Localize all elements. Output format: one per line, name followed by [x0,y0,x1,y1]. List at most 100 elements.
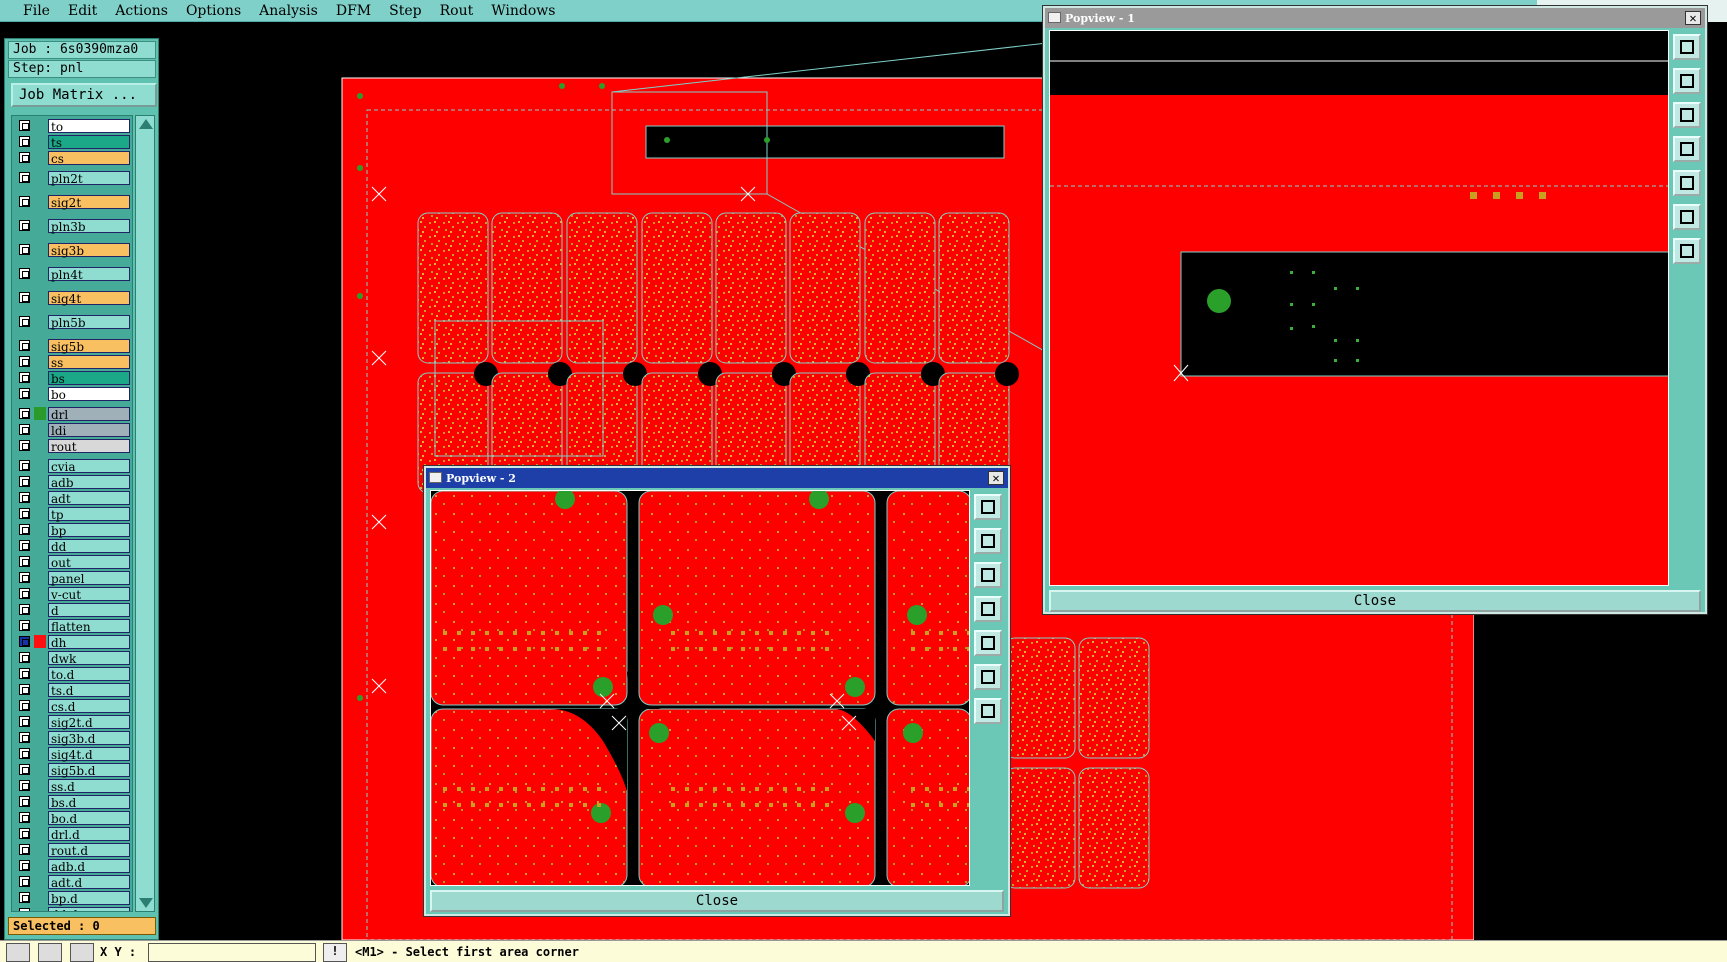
pan-down-button[interactable] [1673,102,1701,128]
layer-checkbox[interactable] [19,460,30,471]
layer-name[interactable]: ss [48,354,130,370]
layer-name[interactable]: adt [48,490,130,506]
layer-row-bo-d[interactable]: bo.d [12,810,132,826]
popview-1-close-button[interactable]: Close [1049,590,1701,612]
layer-affected-swatch[interactable] [34,439,46,452]
popview-1-view[interactable] [1049,30,1669,586]
layer-name[interactable]: dh [48,634,130,650]
layer-affected-swatch[interactable] [34,219,46,232]
layer-checkbox[interactable] [19,508,30,519]
layer-affected-swatch[interactable] [34,699,46,712]
layer-row-ss[interactable]: ss [12,354,132,370]
layer-checkbox[interactable] [19,172,30,183]
layer-affected-swatch[interactable] [34,291,46,304]
layer-checkbox[interactable] [19,828,30,839]
layer-name[interactable]: sig5b.d [48,762,130,778]
select-tool-button[interactable] [6,943,30,962]
layer-affected-swatch[interactable] [34,491,46,504]
layer-checkbox[interactable] [19,424,30,435]
layer-row-rout[interactable]: rout [12,438,132,454]
layer-list[interactable]: to ts cs pln2t sig2t pln3b sig3b pln4t sig4t pln5… [11,115,133,912]
layer-row-sig4t[interactable]: sig4t [12,290,132,306]
layer-affected-swatch[interactable] [34,151,46,164]
layer-checkbox[interactable] [19,588,30,599]
layer-row-out[interactable]: out [12,554,132,570]
layer-name[interactable]: out [48,554,130,570]
layer-row-drl[interactable]: drl [12,406,132,422]
layer-checkbox[interactable] [19,620,30,631]
layer-affected-swatch[interactable] [34,459,46,472]
layer-name[interactable]: rout [48,438,130,454]
layer-checkbox[interactable] [19,440,30,451]
layer-name[interactable]: panel [48,570,130,586]
zoom-fit-button[interactable] [974,664,1002,690]
layer-affected-swatch[interactable] [34,407,46,420]
layer-checkbox[interactable] [19,388,30,399]
popview-1-close-icon[interactable]: ✕ [1685,11,1701,25]
layer-checkbox[interactable] [19,136,30,147]
layer-checkbox[interactable] [19,316,30,327]
layer-checkbox[interactable] [19,120,30,131]
popview-2-view[interactable] [430,490,970,886]
layer-checkbox[interactable] [19,796,30,807]
layer-checkbox[interactable] [19,764,30,775]
layer-name[interactable]: pln2t [48,170,130,186]
menu-file[interactable]: File [14,3,59,19]
layer-checkbox[interactable] [19,556,30,567]
layer-checkbox[interactable] [19,540,30,551]
warning-icon[interactable]: ! [323,943,347,962]
layer-list-scrollbar[interactable] [135,115,155,912]
layer-row-rout-d[interactable]: rout.d [12,842,132,858]
popview-1-titlebar[interactable]: Popview - 1 ✕ [1045,8,1705,28]
layer-row-panel[interactable]: panel [12,570,132,586]
layer-checkbox[interactable] [19,524,30,535]
layer-affected-swatch[interactable] [34,907,46,911]
layer-row-pln2t[interactable]: pln2t [12,170,132,186]
layer-affected-swatch[interactable] [34,715,46,728]
layer-row-adt-d[interactable]: adt.d [12,874,132,890]
layer-checkbox[interactable] [19,604,30,615]
layer-checkbox[interactable] [19,340,30,351]
layer-name[interactable]: bo.d [48,810,130,826]
layer-checkbox[interactable] [19,244,30,255]
layer-affected-swatch[interactable] [34,619,46,632]
layer-row-ts-d[interactable]: ts.d [12,682,132,698]
layer-name[interactable]: cvia [48,458,130,474]
layer-checkbox[interactable] [19,152,30,163]
layer-name[interactable]: pln4t [48,266,130,282]
layer-row-pln4t[interactable]: pln4t [12,266,132,282]
layer-name[interactable]: dd [48,538,130,554]
layer-row-dd[interactable]: dd [12,538,132,554]
layer-affected-swatch[interactable] [34,875,46,888]
layer-name[interactable]: bo [48,386,130,402]
layer-affected-swatch[interactable] [34,683,46,696]
menu-edit[interactable]: Edit [59,3,106,19]
layer-checkbox[interactable] [19,652,30,663]
layer-affected-swatch[interactable] [34,243,46,256]
layer-name[interactable]: to [48,118,130,134]
layer-row-bs[interactable]: bs [12,370,132,386]
layer-name[interactable]: adb [48,474,130,490]
layer-row-tp[interactable]: tp [12,506,132,522]
pan-up-button[interactable] [974,528,1002,554]
popview-2-close-button[interactable]: Close [430,890,1004,912]
layer-row-v-cut[interactable]: v-cut [12,586,132,602]
layer-affected-swatch[interactable] [34,523,46,536]
layer-checkbox[interactable] [19,408,30,419]
layer-affected-swatch[interactable] [34,171,46,184]
pan-left-button[interactable] [974,596,1002,622]
layer-checkbox[interactable] [19,780,30,791]
menu-actions[interactable]: Actions [106,3,177,19]
layer-affected-swatch[interactable] [34,811,46,824]
layer-checkbox[interactable] [19,668,30,679]
layer-affected-swatch[interactable] [34,387,46,400]
layer-checkbox[interactable] [19,356,30,367]
layer-checkbox[interactable] [19,476,30,487]
layer-name[interactable]: cs [48,150,130,166]
pan-up-button[interactable] [1673,68,1701,94]
layer-row-cs[interactable]: cs [12,150,132,166]
layer-row-bo[interactable]: bo [12,386,132,402]
layer-row-to-d[interactable]: to.d [12,666,132,682]
layer-name[interactable]: ldi [48,422,130,438]
menu-step[interactable]: Step [380,3,430,19]
